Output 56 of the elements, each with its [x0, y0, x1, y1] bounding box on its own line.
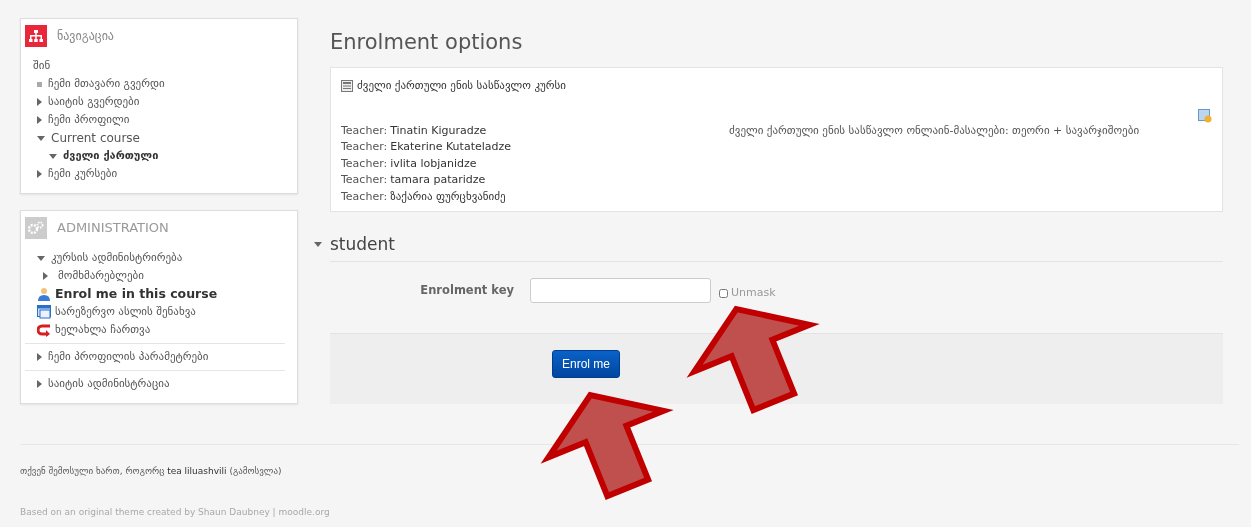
nav-link[interactable]: შინ — [33, 57, 51, 75]
block-title: ADMINISTRATION — [57, 219, 169, 238]
teacher-role: Teacher: — [341, 188, 388, 205]
page-heading: Enrolment options — [330, 30, 524, 56]
nav-link[interactable]: მომხმარებლები — [58, 267, 144, 285]
nav-link[interactable]: Current course — [51, 129, 140, 147]
enrolment-key-field[interactable] — [530, 277, 711, 303]
credits-text: Based on an original theme created by Shaun Daubney | moodle.org — [20, 506, 330, 519]
block-title: ნავიგაცია — [57, 28, 114, 45]
user-icon — [37, 287, 51, 301]
login-info-text: თქვენ შემოსული ხართ, როგორც tea liluashvili (გამოსვლა) — [20, 465, 283, 478]
teacher-role: Teacher: — [341, 172, 388, 189]
window-icon — [37, 305, 51, 319]
unmask-checkbox[interactable] — [719, 288, 728, 298]
teacher-name[interactable]: ზაქარია ფურცხვანიძე — [390, 188, 506, 206]
caret-icon[interactable] — [37, 98, 42, 106]
caret-icon[interactable] — [37, 255, 45, 261]
course-name[interactable]: ძველი ქართული ენის სასწავლო კურსი — [357, 78, 566, 95]
enrol-button[interactable]: Enrol me — [552, 349, 621, 378]
caret-icon[interactable] — [43, 272, 48, 280]
nav-link[interactable]: Enrol me in this course — [55, 285, 218, 303]
logout-link[interactable]: (გამოსვლა) — [229, 466, 282, 476]
teacher-name[interactable]: Ekaterine Kutateladze — [390, 139, 512, 156]
edit-settings-icon — [1198, 108, 1212, 123]
nav-link[interactable]: ხელახლა ჩართვა — [55, 321, 151, 339]
caret-icon[interactable] — [37, 170, 42, 178]
teacher-name[interactable]: Tinatin Kiguradze — [390, 122, 487, 140]
sitemap-icon — [25, 25, 47, 47]
caret-icon[interactable] — [37, 135, 45, 141]
bullet-icon — [37, 81, 42, 87]
field-label: Enrolment key — [419, 281, 515, 299]
gears-icon — [25, 217, 47, 239]
course-summary: ძველი ქართული ენის სასწავლო ონლაინ-მასალები: თეორი + სავარჯიშოები — [729, 122, 1140, 139]
course-icon — [341, 80, 353, 93]
nav-link[interactable]: ჩემი პროფილი — [48, 111, 130, 129]
caret-icon[interactable] — [37, 116, 42, 124]
caret-icon[interactable] — [37, 353, 42, 361]
nav-link[interactable]: საიტის ადმინისტრაცია — [48, 375, 170, 393]
nav-link[interactable]: ჩემი კურსები — [48, 165, 118, 183]
section-title[interactable]: student — [330, 232, 395, 258]
caret-icon[interactable] — [49, 153, 57, 159]
caret-icon[interactable] — [314, 242, 322, 248]
teacher-role: Teacher: — [341, 122, 388, 139]
nav-link[interactable]: საიტის გვერდები — [48, 93, 140, 111]
nav-link[interactable]: ძველი ქართული — [63, 147, 159, 165]
nav-link[interactable]: ჩემი მთავარი გვერდი — [48, 75, 165, 93]
nav-link[interactable]: კურსის ადმინისტრირება — [51, 249, 183, 267]
teacher-role: Teacher: — [341, 139, 388, 156]
caret-icon[interactable] — [37, 380, 42, 388]
teacher-name[interactable]: tamara pataridze — [390, 172, 486, 189]
teacher-name[interactable]: ivlita lobjanidze — [390, 155, 477, 173]
nav-link[interactable]: სარეზერვო ასლის შენახვა — [55, 303, 196, 321]
user-link[interactable]: tea liluashvili — [167, 466, 227, 476]
teacher-role: Teacher: — [341, 155, 388, 172]
u-turn-arrow-icon — [37, 323, 51, 337]
nav-link[interactable]: ჩემი პროფილის პარამეტრები — [48, 348, 209, 366]
